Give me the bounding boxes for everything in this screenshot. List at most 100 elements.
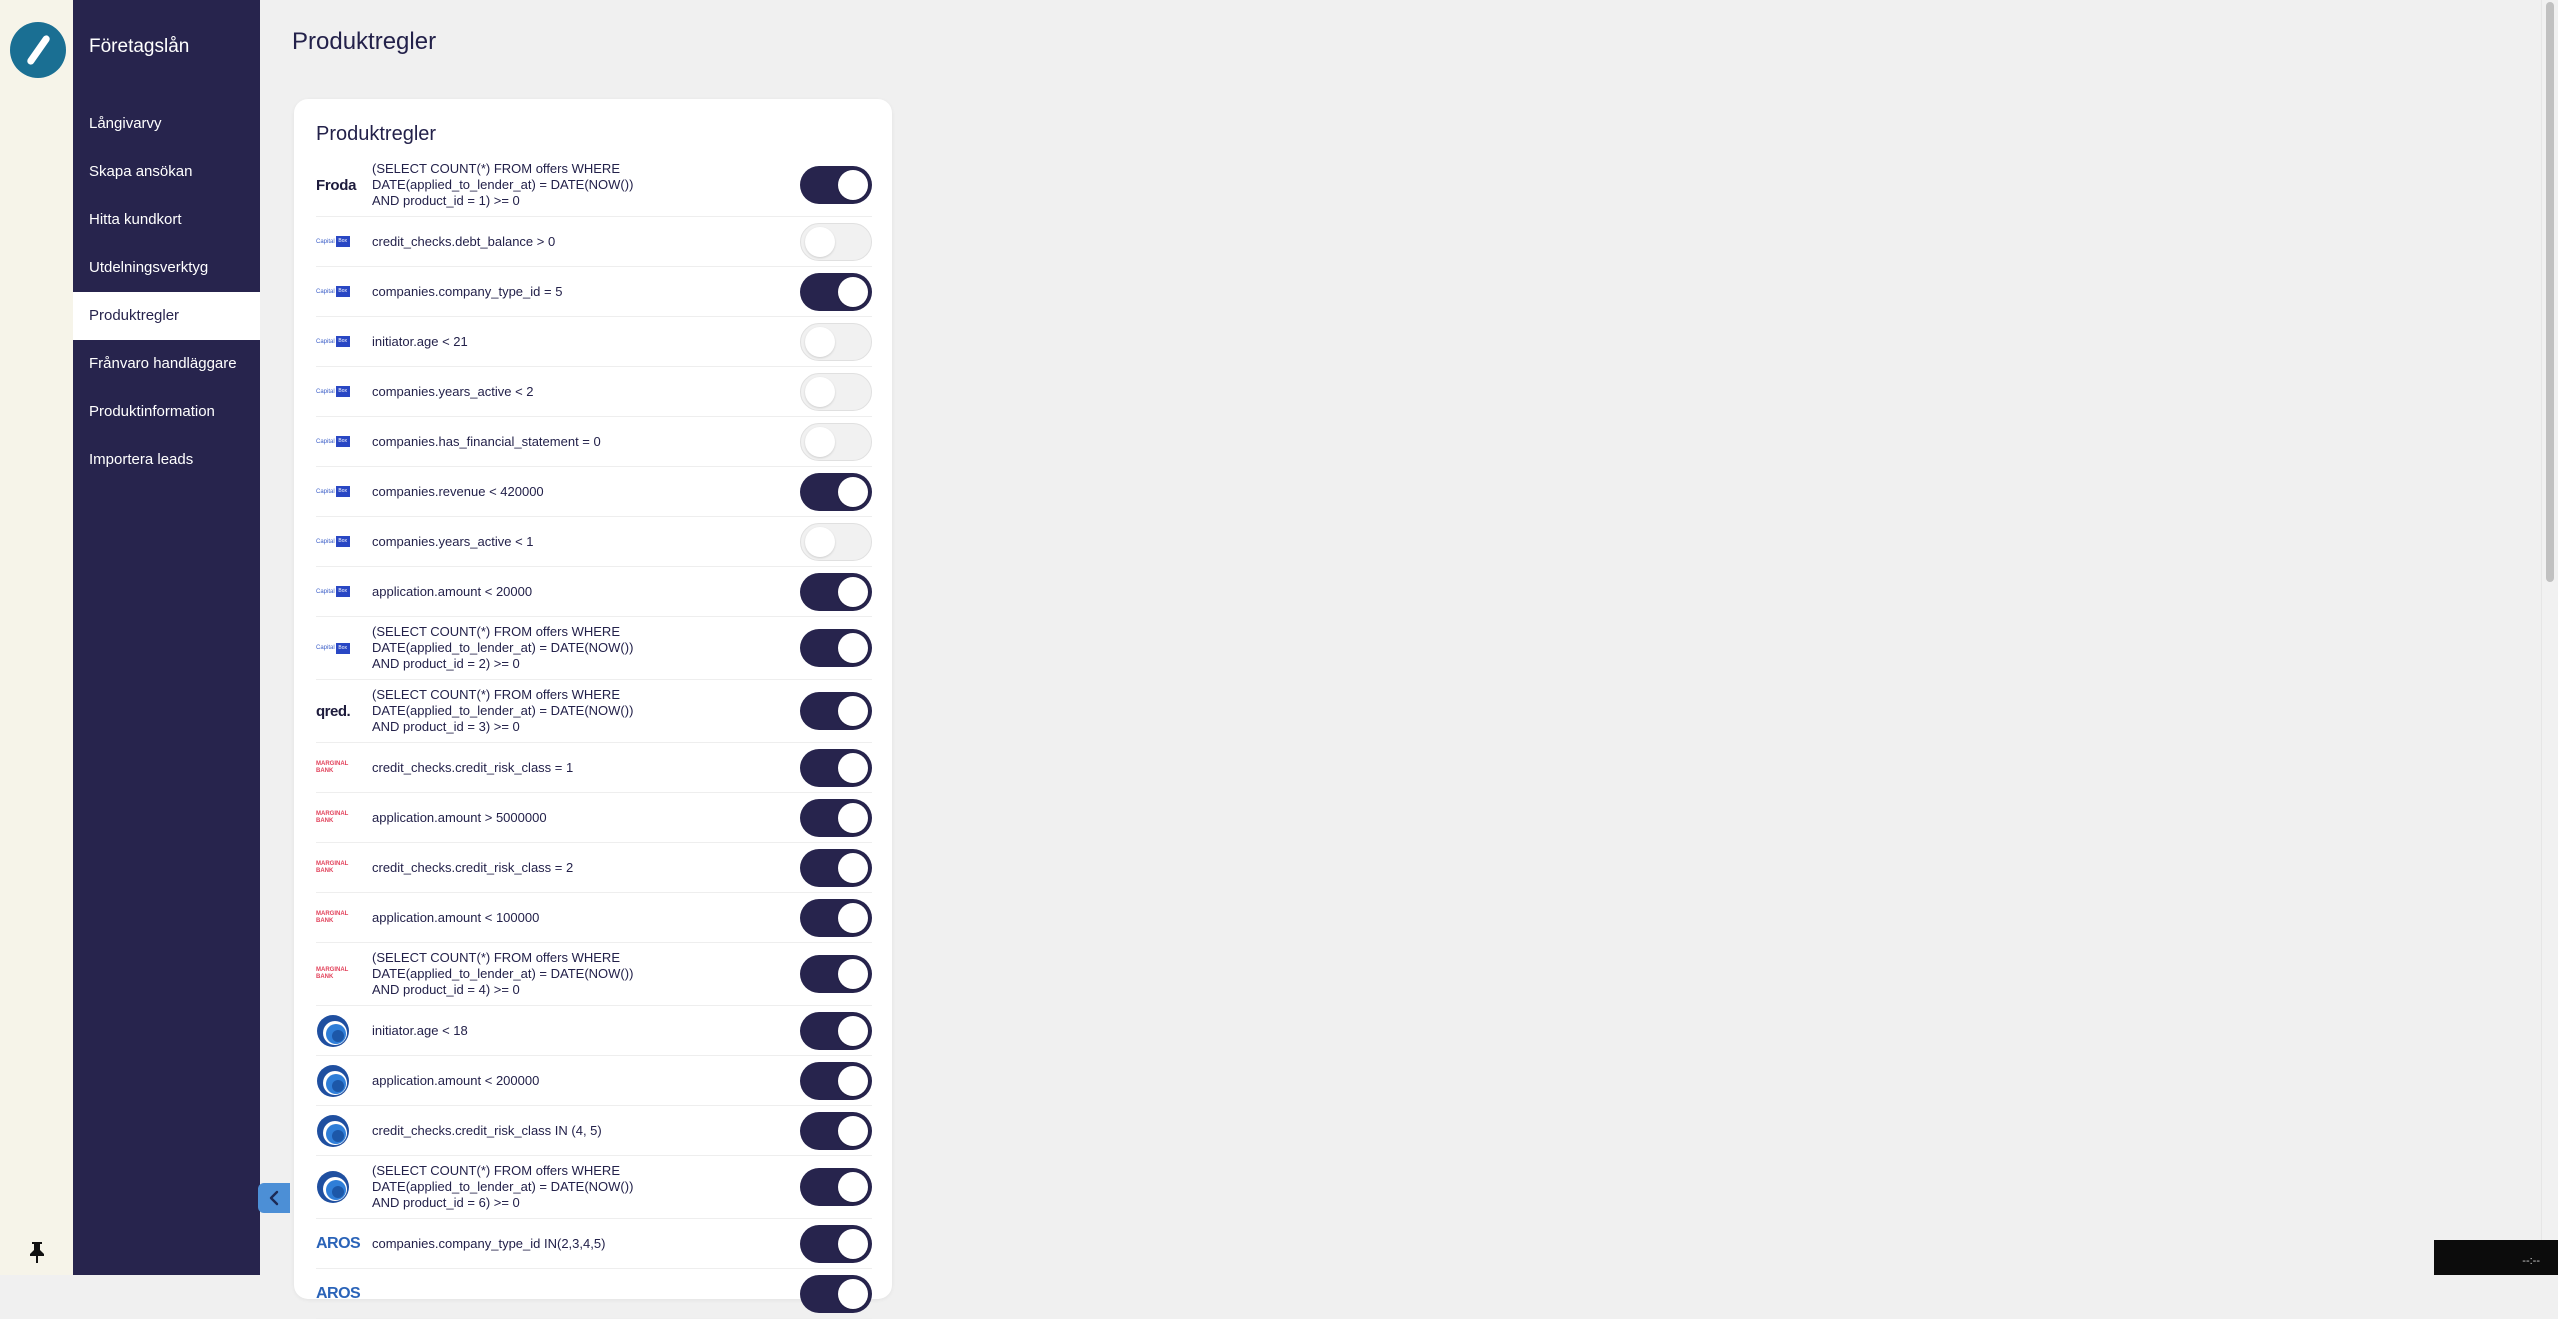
pin-icon[interactable]	[25, 1239, 49, 1265]
rule-toggle[interactable]	[800, 629, 872, 667]
rule-row: AROS	[316, 1269, 872, 1319]
rule-toggle[interactable]	[800, 572, 872, 611]
marginal-logo-line2: BANK	[316, 817, 334, 824]
froda-logo: Froda	[316, 170, 358, 200]
sidebar-item-skapa-ansökan[interactable]: Skapa ansökan	[73, 148, 260, 196]
rule-toggle[interactable]	[800, 422, 872, 461]
capitalbox-logo-box: Box	[335, 486, 350, 497]
marginal-logo-line1: MARGINAL	[316, 810, 349, 817]
rule-row: MARGINAL BANK credit_checks.credit_risk_cl…	[316, 843, 872, 893]
rule-toggle[interactable]	[800, 322, 872, 361]
capitalbox-logo: Capital Box	[316, 227, 358, 257]
rule-toggle[interactable]	[800, 1011, 872, 1050]
toggle-knob	[838, 959, 868, 989]
qred-logo: qred.	[316, 696, 358, 726]
rule-condition: initiator.age < 18	[372, 1022, 468, 1038]
capitalbox-logo: Capital Box	[316, 377, 358, 407]
sidebar-item-produktregler[interactable]: Produktregler	[73, 292, 260, 340]
marginal-logo-line1: MARGINAL	[316, 860, 349, 867]
page-scrollbar[interactable]	[2541, 0, 2558, 1275]
marginal-logo-line2: BANK	[316, 767, 334, 774]
sidebar-item-hitta-kundkort[interactable]: Hitta kundkort	[73, 196, 260, 244]
sidebar-item-långivarvy[interactable]: Långivarvy	[73, 100, 260, 148]
capitalbox-logo: Capital Box	[316, 477, 358, 507]
toggle-knob	[838, 1228, 868, 1259]
sidebar-item-produktinformation[interactable]: Produktinformation	[73, 388, 260, 436]
sidebar-item-utdelningsverktyg[interactable]: Utdelningsverktyg	[73, 244, 260, 292]
collapse-sidebar-button[interactable]	[258, 1183, 290, 1213]
aros-logo: AROS	[316, 1229, 361, 1259]
toggle-knob	[838, 1278, 868, 1309]
capitalbox-logo-text: Capital	[316, 288, 335, 295]
blue-circle-lender-logo	[316, 1014, 358, 1047]
rule-row: credit_checks.credit_risk_class IN (4, 5…	[316, 1106, 872, 1156]
app-title: Företagslån	[89, 36, 190, 57]
rule-row: Capital Box application.amount < 20000	[316, 567, 872, 617]
rule-toggle[interactable]	[800, 222, 872, 261]
toggle-knob	[805, 526, 835, 557]
capitalbox-logo: Capital Box	[316, 577, 358, 607]
toggle-knob	[838, 170, 868, 200]
rule-toggle[interactable]	[800, 692, 872, 730]
sidebar-item-importera-leads[interactable]: Importera leads	[73, 436, 260, 484]
rule-toggle[interactable]	[800, 748, 872, 787]
capitalbox-logo-box: Box	[335, 642, 350, 654]
rule-row: qred. (SELECT COUNT(*) FROM offers WHERE …	[316, 680, 872, 743]
toggle-knob	[838, 276, 868, 307]
capitalbox-logo-text: Capital	[316, 588, 335, 595]
rule-toggle[interactable]	[800, 272, 872, 311]
capitalbox-logo: Capital Box	[316, 633, 358, 663]
rule-row: Capital Box companies.company_type_id = 5	[316, 267, 872, 317]
toggle-knob	[805, 376, 835, 407]
rule-condition: companies.company_type_id = 5	[372, 283, 563, 299]
rule-condition: companies.revenue < 420000	[372, 483, 544, 499]
froda-logo-text: Froda	[316, 176, 357, 194]
rule-toggle[interactable]	[800, 166, 872, 204]
blue-circle-lender-logo	[316, 1171, 358, 1203]
toggle-knob	[805, 326, 835, 357]
capitalbox-logo-text: Capital	[316, 388, 335, 395]
rule-condition: companies.years_active < 2	[372, 383, 534, 399]
rule-toggle[interactable]	[800, 898, 872, 937]
product-rules-card: Produktregler Froda (SELECT COUNT(*) FROM…	[294, 99, 892, 1319]
sidebar-nav: Långivarvy Skapa ansökan Hitta kundkort Utd…	[73, 100, 260, 484]
rule-condition: credit_checks.credit_risk_class = 1	[372, 759, 574, 775]
rule-row: Capital Box (SELECT COUNT(*) FROM offers W…	[316, 617, 872, 680]
rule-toggle[interactable]	[800, 1274, 872, 1313]
rule-toggle[interactable]	[800, 798, 872, 837]
rule-toggle[interactable]	[800, 1224, 872, 1263]
capitalbox-logo-text: Capital	[316, 488, 335, 495]
capitalbox-logo: Capital Box	[316, 527, 358, 557]
toggle-knob	[838, 633, 868, 663]
rule-toggle[interactable]	[800, 472, 872, 511]
clock-text: --:--	[2522, 1255, 2540, 1267]
toggle-knob	[838, 802, 868, 833]
rule-condition: credit_checks.credit_risk_class = 2	[372, 859, 574, 875]
rule-row: MARGINAL BANK application.amount < 100000	[316, 893, 872, 943]
marginal-logo-line2: BANK	[316, 974, 334, 980]
scrollbar-thumb[interactable]	[2546, 2, 2554, 582]
rule-toggle[interactable]	[800, 1111, 872, 1150]
capitalbox-logo-text: Capital	[316, 538, 335, 545]
rule-condition: companies.has_financial_statement = 0	[372, 433, 601, 449]
rule-toggle[interactable]	[800, 955, 872, 993]
app-logo-icon[interactable]	[10, 22, 66, 78]
capitalbox-logo-box: Box	[335, 436, 350, 447]
rule-row: Capital Box companies.years_active < 2	[316, 367, 872, 417]
rule-row: MARGINAL BANK credit_checks.credit_risk_cl…	[316, 743, 872, 793]
rule-toggle[interactable]	[800, 372, 872, 411]
rule-row: MARGINAL BANK (SELECT COUNT(*) FROM offers…	[316, 943, 872, 1006]
blue-circle-lender-logo	[316, 1114, 358, 1147]
toggle-knob	[838, 476, 868, 507]
capitalbox-logo-box: Box	[335, 336, 350, 347]
sidebar-item-frånvaro-handläggare[interactable]: Frånvaro handläggare	[73, 340, 260, 388]
rule-row: Froda (SELECT COUNT(*) FROM offers WHERE …	[316, 154, 872, 217]
aros-logo-text: AROS	[316, 1284, 361, 1302]
marginal-logo-line1: MARGINAL	[316, 760, 349, 767]
capitalbox-logo-text: Capital	[316, 438, 335, 445]
rule-toggle[interactable]	[800, 522, 872, 561]
rule-toggle[interactable]	[800, 1168, 872, 1206]
rule-toggle[interactable]	[800, 848, 872, 887]
toggle-knob	[838, 1015, 868, 1046]
rule-toggle[interactable]	[800, 1061, 872, 1100]
